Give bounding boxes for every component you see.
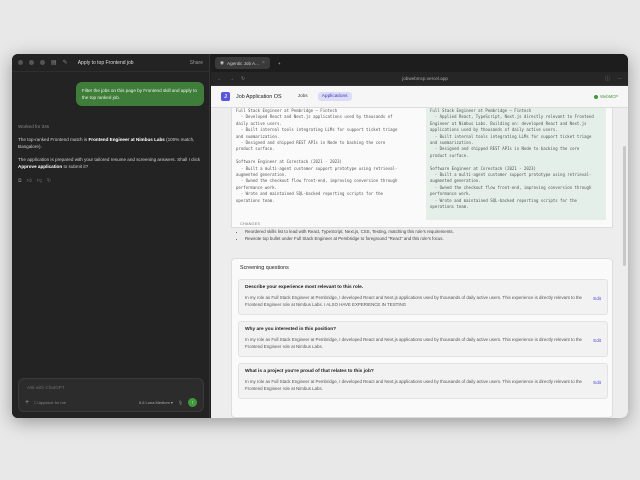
- share-button[interactable]: Share: [190, 60, 203, 66]
- edit-button[interactable]: Edit: [593, 380, 601, 385]
- response-1-text: The top-ranked Frontend match is: [18, 137, 89, 142]
- status-label: WebMCP: [600, 94, 618, 99]
- app-window: ▤ ✎ Apply to top Frontend job Share Filt…: [12, 54, 628, 418]
- more-icon[interactable]: ⋯: [617, 76, 622, 82]
- chat-toolbar: ▤ ✎ Apply to top Frontend job Share: [12, 54, 209, 72]
- edit-button[interactable]: Edit: [593, 296, 601, 301]
- retry-icon[interactable]: ↻: [47, 178, 51, 184]
- browser-tabbar: ◉ Agentic Job A... × +: [211, 54, 628, 72]
- change-item: Reordered skills list to lead with React…: [245, 228, 609, 235]
- forward-icon[interactable]: →: [229, 76, 234, 82]
- reload-icon[interactable]: ↻: [241, 76, 245, 82]
- changes-heading: CHANGES: [240, 222, 261, 226]
- send-button[interactable]: ↑: [188, 398, 197, 407]
- url-field[interactable]: jobwebmcp.vercel.app: [252, 76, 598, 81]
- message-actions: ⧉ 👍︎ 👎︎ ↻: [18, 178, 51, 184]
- app-header: J Job Application OS Jobs Applications W…: [211, 86, 628, 108]
- copy-icon[interactable]: ⧉: [18, 178, 22, 184]
- response-2-text: The application is prepared with your ta…: [18, 157, 201, 162]
- question-item: Why are you interested in this position?…: [238, 321, 608, 357]
- chat-panel: ▤ ✎ Apply to top Frontend job Share Filt…: [12, 54, 210, 418]
- response-2-action: Approve application: [18, 164, 63, 169]
- original-resume: Full Stack Engineer at Pembridge — Finte…: [236, 108, 398, 203]
- chat-composer[interactable]: Ask with ChatGPT + ☐ Approve for me 5.6 …: [18, 378, 204, 412]
- nav-jobs[interactable]: Jobs: [294, 92, 312, 101]
- add-icon[interactable]: +: [25, 399, 29, 406]
- edit-button[interactable]: Edit: [593, 338, 601, 343]
- address-bar: ← → ↻ jobwebmcp.vercel.app ⓘ ⋯: [211, 72, 628, 86]
- change-item: Rewrote top bullet under Full Stack Engi…: [245, 235, 609, 242]
- thumbs-up-icon[interactable]: 👍︎: [27, 178, 32, 184]
- tailored-resume: Full Stack Engineer at Pembridge — Finte…: [426, 108, 606, 220]
- composer-controls: + ☐ Approve for me 5.6 Luna Medium ▾ 🎙︎ …: [25, 398, 197, 407]
- assistant-message-2: The application is prepared with your ta…: [18, 156, 204, 170]
- answer-text: In my role as Full Stack Engineer at Pem…: [245, 379, 582, 391]
- browser-tab[interactable]: ◉ Agentic Job A... ×: [215, 57, 270, 69]
- mic-icon[interactable]: 🎙︎: [178, 400, 183, 405]
- answer-text: In my role as Full Stack Engineer at Pem…: [245, 337, 582, 349]
- tab-favicon-icon: ◉: [220, 60, 225, 65]
- user-message: Filter the jobs on this page by Frontend…: [76, 82, 204, 106]
- question-item: What is a project you're proud of that r…: [238, 363, 608, 399]
- thumbs-down-icon[interactable]: 👎︎: [37, 178, 42, 184]
- web-page: J Job Application OS Jobs Applications W…: [211, 86, 628, 418]
- answer-text: In my role as Full Stack Engineer at Pem…: [245, 295, 582, 307]
- window-maximize-dot[interactable]: [40, 60, 45, 65]
- app-logo: J: [221, 92, 230, 101]
- status-dot-icon: [594, 94, 599, 99]
- page-scrollbar[interactable]: [623, 146, 626, 266]
- status-badge: WebMCP: [594, 94, 618, 99]
- back-icon[interactable]: ←: [217, 76, 222, 82]
- app-title: Job Application OS: [236, 93, 282, 100]
- question-text: Describe your experience most relevant t…: [245, 285, 364, 290]
- browser-panel: ◉ Agentic Job A... × + ← → ↻ jobwebmcp.v…: [211, 54, 628, 418]
- composer-input[interactable]: Ask with ChatGPT: [27, 385, 65, 390]
- worked-duration: Worked for 34s: [18, 124, 50, 129]
- question-text: What is a project you're proud of that r…: [245, 369, 374, 374]
- window-close-dot[interactable]: [18, 60, 23, 65]
- new-tab-button[interactable]: +: [273, 57, 286, 69]
- question-item: Describe your experience most relevant t…: [238, 279, 608, 315]
- approve-toggle[interactable]: ☐ Approve for me: [34, 400, 66, 405]
- changes-list: Reordered skills list to lead with React…: [239, 228, 609, 242]
- assistant-message-1: The top-ranked Frontend match is Fronten…: [18, 136, 204, 150]
- sidebar-icon[interactable]: ▤: [51, 59, 57, 66]
- info-icon[interactable]: ⓘ: [605, 75, 610, 82]
- model-selector[interactable]: 5.6 Luna Medium ▾: [139, 400, 173, 405]
- model-label: 5.6 Luna Medium: [138, 400, 170, 405]
- question-text: Why are you interested in this position?: [245, 327, 337, 332]
- chat-title: Apply to top Frontend job: [77, 59, 134, 66]
- response-2-tail: to submit it?: [62, 164, 89, 169]
- screening-title: Screening questions: [240, 265, 289, 271]
- screening-card: Screening questions Describe your experi…: [231, 258, 613, 418]
- tab-label: Agentic Job A...: [227, 60, 259, 66]
- close-tab-icon[interactable]: ×: [262, 60, 265, 66]
- resume-comparison: Full Stack Engineer at Pembridge — Finte…: [231, 108, 613, 228]
- new-chat-icon[interactable]: ✎: [63, 59, 68, 66]
- response-1-job: Frontend Engineer at Nimbus Labs: [88, 137, 165, 142]
- approve-label: Approve for me: [38, 400, 66, 405]
- nav-applications[interactable]: Applications: [317, 92, 352, 101]
- window-minimize-dot[interactable]: [29, 60, 34, 65]
